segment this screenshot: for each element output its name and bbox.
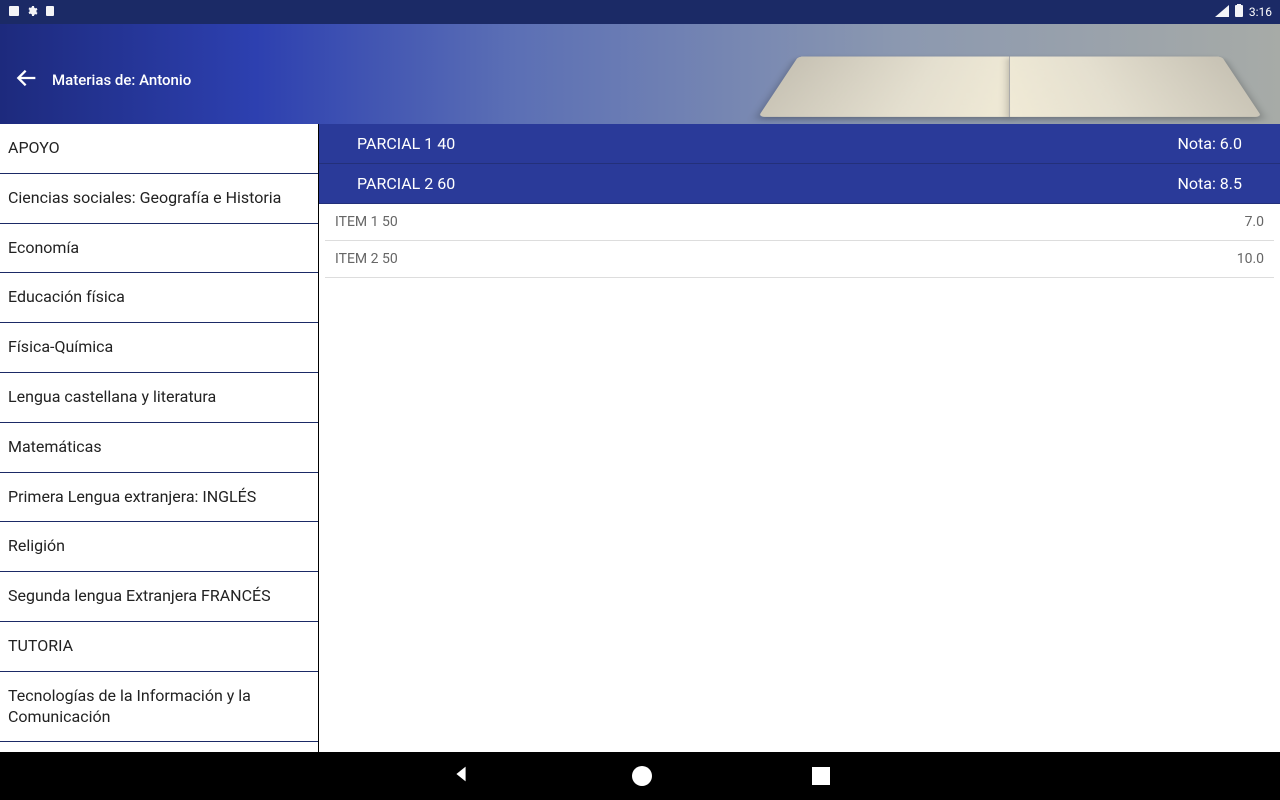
status-bar: 3:16 [0,0,1280,24]
sidebar-item-economia[interactable]: Economía [0,224,318,274]
nav-home-button[interactable] [632,766,652,786]
item-label: ITEM 2 50 [335,251,398,267]
parcial-2-header[interactable]: PARCIAL 2 60 Nota: 8.5 [319,164,1280,204]
sidebar-item-religion[interactable]: Religión [0,522,318,572]
sidebar-item-tutoria[interactable]: TUTORIA [0,622,318,672]
subjects-sidebar: APOYO Ciencias sociales: Geografía e His… [0,124,319,752]
grade-item-row: ITEM 2 50 10.0 [325,241,1274,278]
status-time: 3:16 [1249,5,1272,19]
notif-icon [8,5,20,20]
signal-icon [1215,5,1229,20]
sidebar-item-ciencias-sociales[interactable]: Ciencias sociales: Geografía e Historia [0,174,318,224]
grades-panel: PARCIAL 1 40 Nota: 6.0 PARCIAL 2 60 Nota… [319,124,1280,752]
android-nav-bar [0,752,1280,800]
item-value: 10.0 [1237,251,1264,267]
clipboard-icon [44,5,56,20]
item-label: ITEM 1 50 [335,214,398,230]
header-book-image [758,56,1262,116]
app-header: Materias de: Antonio [0,24,1280,124]
sidebar-item-frances[interactable]: Segunda lengua Extranjera FRANCÉS [0,572,318,622]
battery-icon [1235,4,1243,20]
parcial-1-header[interactable]: PARCIAL 1 40 Nota: 6.0 [319,124,1280,164]
sidebar-item-lengua[interactable]: Lengua castellana y literatura [0,373,318,423]
item-value: 7.0 [1245,214,1264,230]
back-arrow-icon[interactable] [12,64,40,96]
nav-back-button[interactable] [450,763,472,789]
parcial-2-label: PARCIAL 2 60 [357,174,455,193]
parcial-1-label: PARCIAL 1 40 [357,134,455,153]
sidebar-item-matematicas[interactable]: Matemáticas [0,423,318,473]
sidebar-item-fisica-quimica[interactable]: Física-Química [0,323,318,373]
grade-item-row: ITEM 1 50 7.0 [325,204,1274,241]
sidebar-item-educacion-fisica[interactable]: Educación física [0,273,318,323]
page-title: Materias de: Antonio [52,71,191,89]
gear-icon [26,5,38,20]
parcial-1-nota: Nota: 6.0 [1177,134,1242,153]
sidebar-item-tecnologias[interactable]: Tecnologías de la Información y la Comun… [0,672,318,743]
parcial-2-nota: Nota: 8.5 [1177,174,1242,193]
nav-recent-button[interactable] [812,767,830,785]
sidebar-item-ingles[interactable]: Primera Lengua extranjera: INGLÉS [0,473,318,523]
sidebar-item-apoyo[interactable]: APOYO [0,124,318,174]
